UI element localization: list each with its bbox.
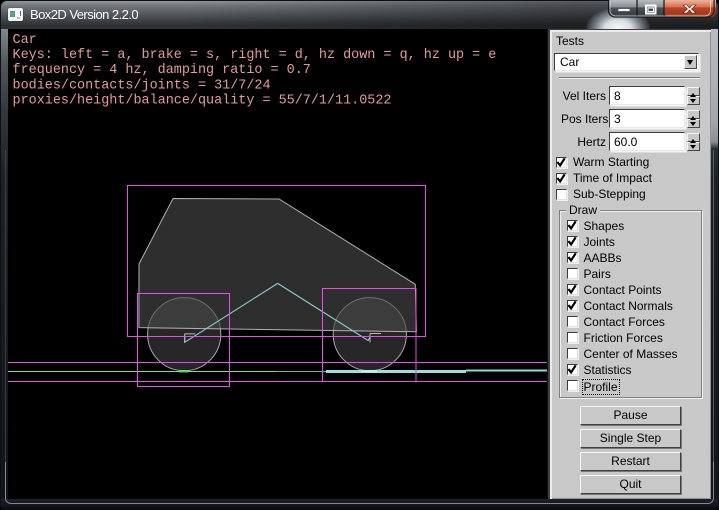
svg-text:Keys: left = a, brake = s, rig: Keys: left = a, brake = s, right = d, hz… (13, 48, 497, 63)
svg-text:Car: Car (13, 33, 37, 48)
svg-text:bodies/contacts/joints = 31/7/: bodies/contacts/joints = 31/7/24 (13, 78, 271, 93)
svg-text:frequency = 4 hz, damping rati: frequency = 4 hz, damping ratio = 0.7 (13, 63, 311, 78)
svg-text:proxies/height/balance/quality: proxies/height/balance/quality = 55/7/1/… (13, 94, 392, 109)
